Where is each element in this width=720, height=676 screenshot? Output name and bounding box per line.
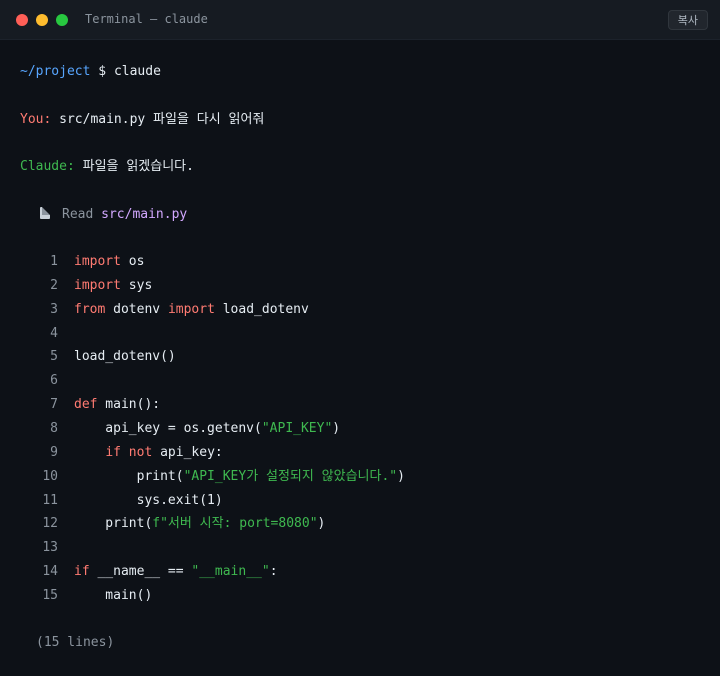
code-token: ) (317, 516, 326, 531)
tool-call-line: Read src/main.py (40, 206, 187, 224)
line-number: 5 (50, 349, 58, 364)
line-number: 3 (50, 302, 58, 317)
line-number: 8 (50, 421, 58, 436)
code-token: ) (332, 421, 341, 436)
copy-button[interactable]: 복사 (667, 10, 708, 30)
code-token: __name__ == (89, 564, 192, 579)
assistant-label: Claude: (20, 159, 75, 174)
prompt-path: ~/project (20, 64, 91, 79)
code-token: api_key: (152, 445, 223, 460)
close-window-button[interactable] (16, 14, 28, 26)
line-count: (15 lines) (36, 635, 115, 650)
keyword-token: import (74, 254, 121, 269)
assistant-message-line: Claude: 파일을 읽겠습니다. (20, 158, 194, 176)
code-token: main() (74, 588, 153, 603)
code-token: dotenv (105, 302, 168, 317)
code-line: import sys (74, 277, 152, 295)
code-line: print(f"서버 시작: port=8080") (74, 515, 325, 533)
line-number: 4 (50, 326, 58, 341)
code-token: main(): (97, 397, 161, 412)
line-number: 15 (42, 588, 58, 603)
code-token: ) (397, 469, 405, 484)
keyword-token: if (105, 445, 121, 460)
user-message: src/main.py 파일을 다시 읽어줘 (59, 112, 265, 127)
line-number: 9 (50, 445, 58, 460)
code-line: import os (74, 253, 144, 271)
keyword-token: from (74, 302, 106, 317)
file-icon (40, 207, 50, 219)
code-token: sys.exit(1) (74, 493, 223, 508)
code-token: load_dotenv (214, 302, 309, 317)
prompt-line: ~/project $ claude (20, 63, 161, 81)
keyword-token: not (128, 445, 153, 460)
keyword-token: def (74, 397, 98, 412)
string-token: f"서버 시작: port=8080" (152, 516, 318, 531)
window-title: Terminal — claude (85, 12, 208, 26)
keyword-token: import (167, 302, 215, 317)
code-line: from dotenv import load_dotenv (74, 301, 309, 319)
line-number: 1 (50, 254, 58, 269)
line-number: 2 (50, 278, 58, 293)
code-line: api_key = os.getenv("API_KEY") (74, 420, 340, 438)
line-number: 10 (42, 469, 58, 484)
tool-file: src/main.py (101, 207, 188, 222)
keyword-token: if (74, 564, 90, 579)
code-line: if __name__ == "__main__": (74, 563, 278, 581)
code-line: def main(): (74, 396, 160, 414)
code-token: os (120, 254, 145, 269)
code-token: sys (120, 278, 153, 293)
prompt-symbol: $ (98, 64, 107, 79)
code-line: load_dotenv() (74, 348, 176, 366)
string-token: "__main__" (191, 564, 270, 579)
code-token: load_dotenv() (74, 349, 176, 364)
minimize-window-button[interactable] (36, 14, 48, 26)
terminal-window: Terminal — claude 복사 ~/project $ claude … (0, 0, 720, 676)
user-message-line: You: src/main.py 파일을 다시 읽어줘 (20, 111, 264, 129)
code-line: if not api_key: (74, 444, 223, 462)
line-number: 12 (42, 516, 58, 531)
line-number: 7 (50, 397, 58, 412)
title-bar: Terminal — claude 복사 (0, 0, 720, 40)
string-token: "API_KEY" (261, 421, 333, 436)
code-line: main() (74, 587, 152, 605)
keyword-token: import (74, 278, 121, 293)
user-label: You: (20, 112, 52, 127)
line-number: 11 (42, 493, 58, 508)
tool-verb: Read (62, 207, 94, 222)
code-token: print( (74, 516, 153, 531)
line-number: 13 (42, 540, 58, 555)
prompt-command: claude (113, 64, 161, 79)
code-line: sys.exit(1) (74, 492, 223, 510)
assistant-message: 파일을 읽겠습니다. (82, 159, 194, 174)
code-token: api_key = os.getenv( (74, 421, 262, 436)
code-token: : (269, 564, 278, 579)
code-line: print("API_KEY가 설정되지 않았습니다.") (74, 468, 405, 486)
line-number: 14 (42, 564, 58, 579)
maximize-window-button[interactable] (56, 14, 68, 26)
code-token: print( (74, 469, 184, 484)
string-token: "API_KEY가 설정되지 않았습니다." (183, 469, 398, 484)
line-number: 6 (50, 373, 58, 388)
